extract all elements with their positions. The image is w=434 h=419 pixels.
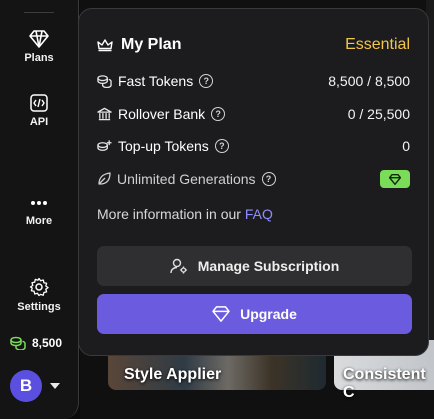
my-plan-popover: My Plan Essential Fast Tokens ? 8,500 / …	[78, 8, 429, 356]
sidebar: Plans API More Settings 8,500 B	[0, 0, 79, 419]
more-dots-icon	[31, 201, 47, 205]
crown-icon	[97, 38, 113, 51]
topup-coins-icon	[97, 140, 112, 151]
diamond-icon	[389, 173, 401, 185]
account-menu[interactable]: B	[10, 370, 60, 402]
manage-subscription-label: Manage Subscription	[197, 258, 340, 274]
diamond-icon	[29, 30, 49, 48]
faq-link[interactable]: FAQ	[245, 206, 273, 222]
popover-title: My Plan	[121, 36, 182, 53]
sidebar-item-label: Plans	[24, 52, 54, 64]
more-info: More information in our FAQ	[97, 206, 273, 222]
row-label: Unlimited Generations	[117, 171, 256, 187]
sidebar-item-label: API	[29, 116, 49, 128]
bank-icon	[97, 107, 112, 121]
consistent-card-title: Consistent C	[343, 366, 426, 401]
help-icon[interactable]: ?	[261, 172, 276, 186]
avatar[interactable]: B	[10, 370, 42, 402]
manage-subscription-button[interactable]: Manage Subscription	[97, 246, 412, 286]
sidebar-item-label: Settings	[17, 301, 61, 313]
coins-icon	[97, 75, 112, 88]
more-info-text: More information in our	[97, 206, 241, 222]
credit-balance[interactable]: 8,500	[10, 336, 62, 350]
sidebar-divider	[24, 12, 54, 13]
user-settings-icon	[170, 258, 187, 274]
topup-tokens-row: Top-up Tokens ? 0	[97, 138, 410, 154]
leaf-icon	[98, 172, 111, 185]
fast-tokens-row: Fast Tokens ? 8,500 / 8,500	[97, 73, 410, 89]
style-applier-title: Style Applier	[124, 366, 222, 383]
upgrade-button[interactable]: Upgrade	[97, 294, 412, 334]
row-label: Top-up Tokens	[118, 138, 209, 154]
plan-name: Essential	[345, 36, 410, 53]
help-icon[interactable]: ?	[214, 139, 229, 153]
help-icon[interactable]: ?	[199, 74, 214, 88]
sidebar-item-more[interactable]: More	[0, 200, 78, 227]
row-value: 8,500 / 8,500	[328, 73, 410, 89]
gear-icon	[29, 277, 49, 297]
row-label: Rollover Bank	[118, 106, 206, 122]
rollover-bank-row: Rollover Bank ? 0 / 25,500	[97, 106, 410, 122]
unlimited-badge	[380, 170, 410, 188]
credit-count: 8,500	[32, 336, 63, 350]
row-value: 0	[402, 138, 410, 154]
help-icon[interactable]: ?	[211, 107, 226, 121]
coins-icon	[10, 336, 26, 350]
plan-header: My Plan Essential	[97, 36, 410, 54]
sidebar-item-settings[interactable]: Settings	[0, 277, 78, 313]
upgrade-label: Upgrade	[240, 306, 297, 322]
chevron-down-icon[interactable]	[50, 383, 60, 389]
sidebar-item-api[interactable]: API	[0, 94, 78, 128]
sidebar-item-plans[interactable]: Plans	[0, 30, 78, 64]
diamond-icon	[212, 306, 230, 322]
api-icon	[30, 94, 48, 112]
unlimited-generations-row: Unlimited Generations ?	[97, 170, 410, 188]
row-value: 0 / 25,500	[347, 106, 410, 122]
sidebar-item-label: More	[25, 215, 53, 227]
row-label: Fast Tokens	[118, 73, 194, 89]
